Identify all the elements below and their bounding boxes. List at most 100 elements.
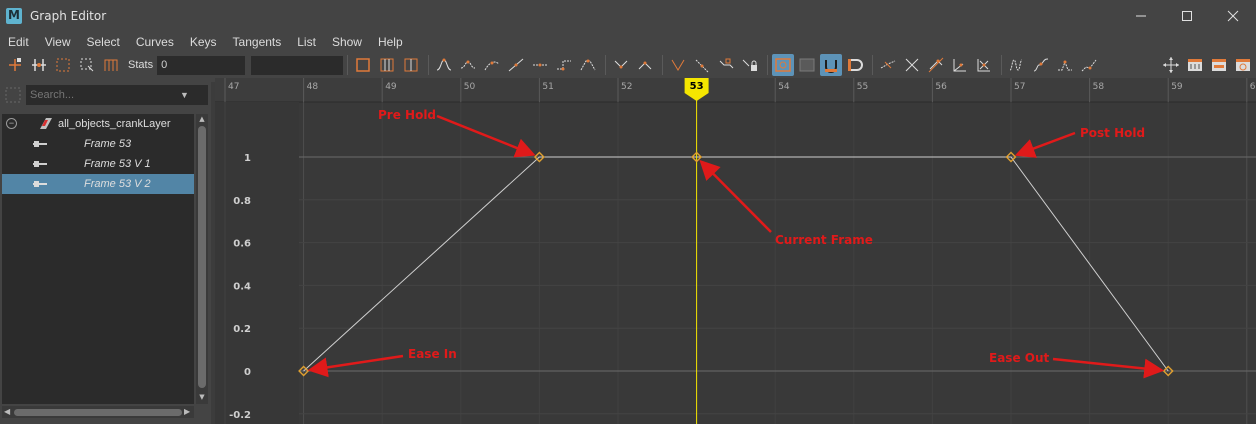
frame-label: 48	[307, 82, 319, 92]
maximize-icon[interactable]	[1164, 0, 1210, 32]
scroll-right-icon[interactable]: ▶	[184, 407, 190, 416]
scroll-down-icon[interactable]: ▼	[197, 393, 207, 401]
linear-tangent-icon[interactable]	[505, 54, 527, 76]
frame-label: 50	[464, 82, 476, 92]
annotation-label: Pre Hold	[378, 108, 436, 122]
menu-select[interactable]: Select	[78, 35, 127, 49]
scroll-up-icon[interactable]: ▲	[197, 115, 207, 123]
annotation-label: Ease Out	[989, 351, 1049, 365]
menu-help[interactable]: Help	[370, 35, 411, 49]
graph-editor-window: M Graph Editor Edit View Select Curves K…	[0, 0, 1256, 424]
outliner-item-curve[interactable]: Frame 53	[2, 134, 194, 154]
outliner-tree: − all_objects_crankLayer Frame 53 Frame …	[2, 114, 194, 404]
clamped-tangent-icon[interactable]	[481, 54, 503, 76]
time-snap-icon[interactable]	[820, 54, 843, 76]
menu-bar: Edit View Select Curves Keys Tangents Li…	[0, 32, 1256, 52]
outliner-vertical-scrollbar[interactable]: ▲ ▼	[196, 114, 208, 404]
lock-key-icon[interactable]	[739, 54, 761, 76]
simplify-curve-icon[interactable]	[925, 54, 947, 76]
move-view-icon[interactable]	[1160, 54, 1182, 76]
stack-curves-icon[interactable]	[973, 54, 995, 76]
frame-label: 49	[385, 82, 397, 92]
value-axis-column	[215, 102, 299, 424]
outliner-item-label: Frame 53	[84, 138, 132, 150]
window-title: Graph Editor	[30, 9, 107, 23]
outliner-item-layer[interactable]: − all_objects_crankLayer	[2, 114, 194, 134]
cycle-with-offset-icon[interactable]	[1030, 54, 1052, 76]
value-label: 0.2	[233, 324, 251, 335]
outliner-item-label: Frame 53 V 2	[84, 178, 151, 190]
search-input[interactable]	[30, 89, 180, 101]
auto-tangent-icon[interactable]	[433, 54, 455, 76]
move-key-tool-icon[interactable]	[4, 54, 26, 76]
scrollbar-thumb[interactable]	[14, 409, 182, 416]
free-tangent-weight-icon[interactable]	[667, 54, 689, 76]
scrollbar-thumb[interactable]	[198, 126, 206, 388]
normalize-curves-icon[interactable]	[877, 54, 899, 76]
close-icon[interactable]	[1210, 0, 1256, 32]
weighted-tangents-icon[interactable]	[715, 54, 737, 76]
time-editor-icon[interactable]	[1232, 54, 1254, 76]
collapse-icon[interactable]: −	[6, 118, 17, 129]
menu-keys[interactable]: Keys	[182, 35, 225, 49]
menu-show[interactable]: Show	[324, 35, 370, 49]
stats-field[interactable]	[157, 55, 246, 75]
lock-tangent-weight-icon[interactable]	[691, 54, 713, 76]
step-tangent-icon[interactable]	[553, 54, 575, 76]
insert-key-tool-icon[interactable]	[28, 54, 50, 76]
value-label: 0.8	[233, 196, 251, 207]
frame-all-icon[interactable]	[352, 54, 374, 76]
region-select-icon[interactable]	[76, 54, 98, 76]
minimize-icon[interactable]	[1118, 0, 1164, 32]
scroll-left-icon[interactable]: ◀	[4, 407, 10, 416]
menu-view[interactable]: View	[37, 35, 79, 49]
break-tangents-icon[interactable]	[610, 54, 632, 76]
flat-tangent-icon[interactable]	[529, 54, 551, 76]
frame-playback-range-icon[interactable]	[376, 54, 398, 76]
frame-label: 52	[621, 82, 632, 92]
graph-view[interactable]: 47 48 49 50 51 52 54 55 56 57 58 59 60 1 0.8 0.6 0.4 0.2 0…	[215, 78, 1256, 424]
curve-outliner: ▼ − all_objects_crankLayer Frame 53 Fram…	[0, 82, 211, 424]
stats-label: Stats	[128, 59, 154, 71]
center-current-time-icon[interactable]	[400, 54, 422, 76]
load-selection-icon[interactable]	[796, 54, 818, 76]
value-label: -0.2	[229, 410, 251, 421]
frame-label: 51	[542, 82, 553, 92]
menu-tangents[interactable]: Tangents	[225, 35, 290, 49]
curve-angle-icon[interactable]	[949, 54, 971, 76]
oscillate-icon[interactable]	[1054, 54, 1076, 76]
pre-infinity-cycle-icon[interactable]	[1006, 54, 1028, 76]
anim-curve-line[interactable]	[303, 156, 1169, 372]
chevron-down-icon[interactable]: ▼	[180, 90, 194, 100]
maya-logo-icon: M	[6, 8, 22, 24]
spline-tangent-icon[interactable]	[457, 54, 479, 76]
outliner-item-curve[interactable]: Frame 53 V 1	[2, 154, 194, 174]
value-label: 1	[244, 153, 251, 164]
unify-tangents-icon[interactable]	[634, 54, 656, 76]
outliner-item-curve-selected[interactable]: Frame 53 V 2	[2, 174, 194, 194]
value-snap-icon[interactable]	[844, 54, 866, 76]
title-bar[interactable]: M Graph Editor	[0, 0, 1256, 32]
dope-sheet-icon[interactable]	[1184, 54, 1206, 76]
graph-canvas[interactable]: 47 48 49 50 51 52 54 55 56 57 58 59 60 1 0.8 0.6 0.4 0.2 0…	[215, 78, 1256, 424]
denormalize-curves-icon[interactable]	[901, 54, 923, 76]
lattice-deform-icon[interactable]	[52, 54, 74, 76]
search-box[interactable]: ▼	[26, 85, 208, 105]
toolbar-separator	[347, 55, 349, 75]
filter-icon[interactable]	[4, 86, 22, 104]
annotation-arrow	[436, 114, 536, 158]
value-label: 0	[244, 367, 251, 378]
menu-list[interactable]: List	[289, 35, 324, 49]
post-infinity-cycle-icon[interactable]	[1078, 54, 1100, 76]
stats-field-secondary[interactable]	[251, 55, 344, 75]
auto-load-selection-icon[interactable]	[772, 54, 795, 76]
menu-edit[interactable]: Edit	[0, 35, 37, 49]
trax-editor-icon[interactable]	[1208, 54, 1230, 76]
anim-layer-icon	[40, 118, 52, 129]
plateau-tangent-icon[interactable]	[577, 54, 599, 76]
frame-label: 57	[1014, 82, 1025, 92]
retime-tool-icon[interactable]	[100, 54, 122, 76]
menu-curves[interactable]: Curves	[128, 35, 182, 49]
outliner-horizontal-scrollbar[interactable]: ◀ ▶	[2, 406, 194, 418]
frame-label: 60	[1250, 82, 1256, 92]
